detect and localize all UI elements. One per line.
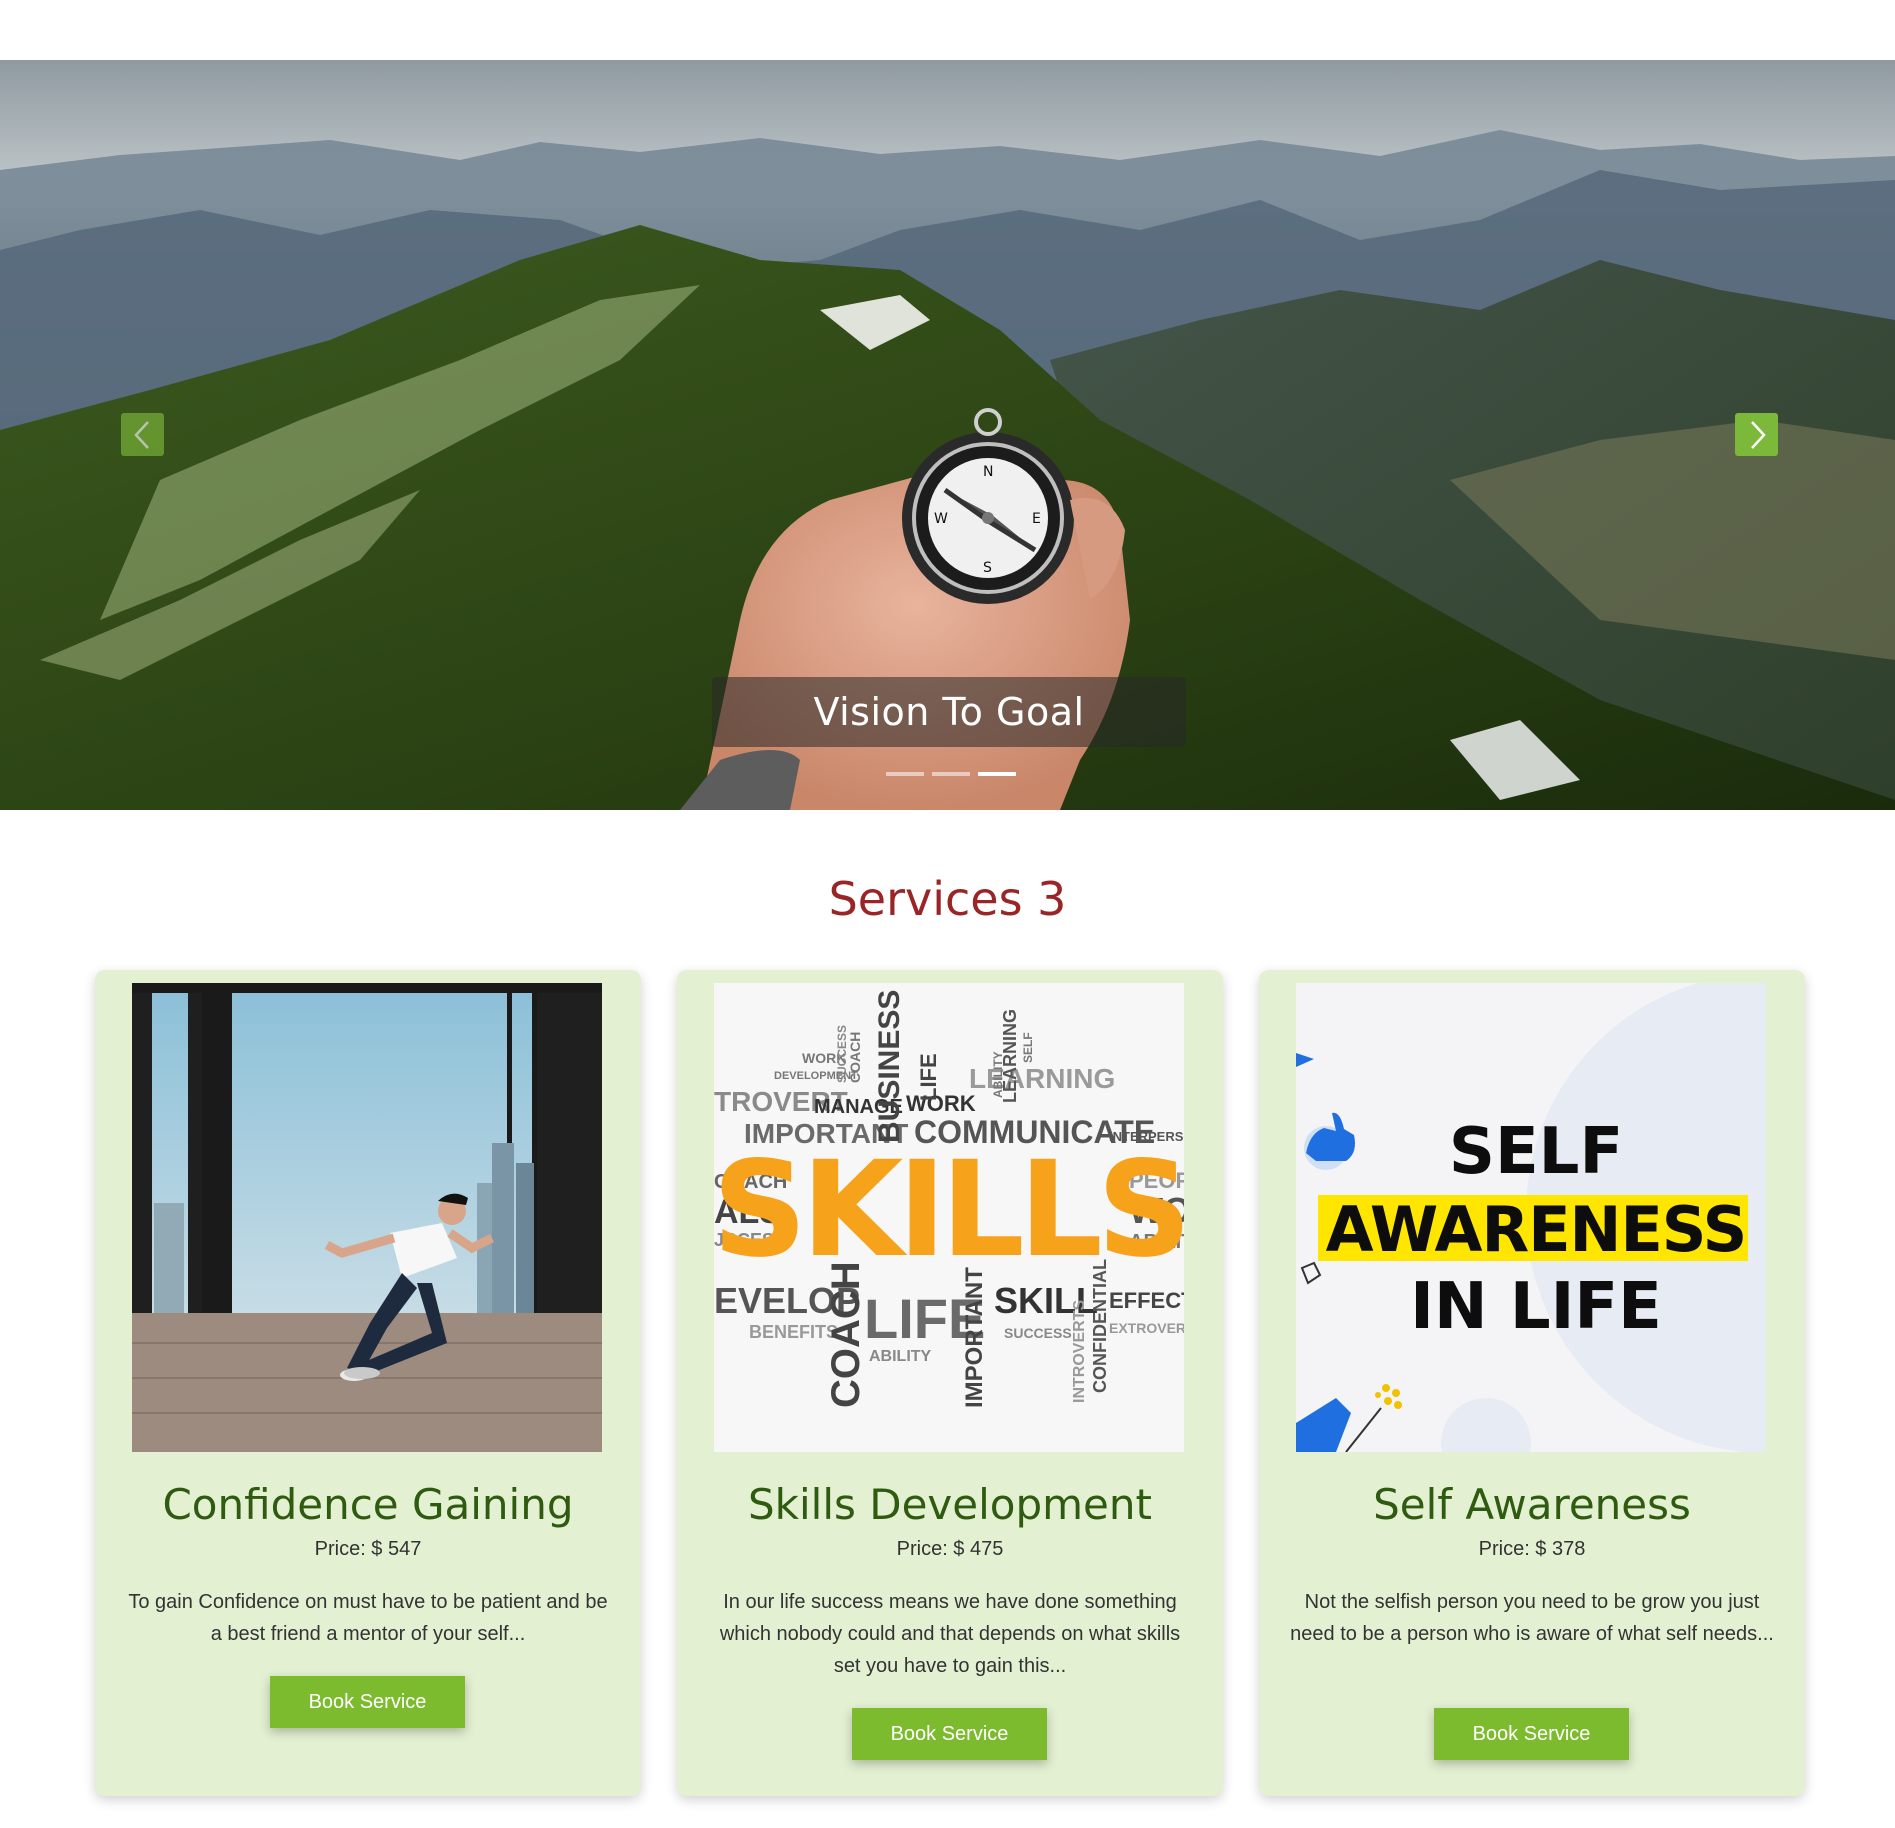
svg-text:SELF: SELF [1021, 1032, 1035, 1063]
svg-text:SUCCESS: SUCCESS [835, 1025, 849, 1083]
service-image-confidence [132, 983, 602, 1452]
svg-text:IMPORTANT: IMPORTANT [961, 1267, 988, 1408]
book-service-button[interactable]: Book Service [1434, 1708, 1629, 1760]
carousel-next-button[interactable] [1735, 413, 1778, 456]
svg-text:SELF: SELF [1449, 1115, 1623, 1189]
service-price: Price: $ 547 [314, 1538, 422, 1560]
carousel-indicators [886, 772, 1016, 776]
service-image-self-awareness: SELF AWARENESS IN LIFE [1296, 983, 1766, 1452]
service-description: To gain Confidence on must have to be pa… [128, 1591, 608, 1645]
services-section-title: Services 3 [828, 872, 1067, 926]
book-service-button[interactable]: Book Service [852, 1708, 1047, 1760]
service-title: Skills Development [748, 1480, 1152, 1529]
service-description: Not the selfish person you need to be gr… [1290, 1591, 1774, 1645]
carousel-indicator-2[interactable] [932, 772, 970, 776]
chevron-left-icon [133, 420, 149, 449]
service-card: Confidence Gaining Price: $ 547 To gain … [95, 970, 641, 1796]
service-description: In our life success means we have done s… [719, 1591, 1181, 1677]
svg-text:EFFECTIV: EFFECTIV [1109, 1288, 1184, 1313]
svg-text:ABILITY: ABILITY [869, 1348, 932, 1365]
service-price: Price: $ 378 [1478, 1538, 1586, 1560]
carousel-caption-title: Vision To Goal [813, 690, 1085, 734]
book-service-button[interactable]: Book Service [270, 1676, 465, 1728]
svg-text:EXTROVERT: EXTROVERT [1109, 1320, 1184, 1336]
service-title: Confidence Gaining [162, 1480, 574, 1529]
service-card: SELF AWARENESS IN LIFE Self Awareness Pr… [1259, 970, 1805, 1796]
service-card: WORK DEVELOPMENT LEARNING TROVERT MANAGE… [677, 970, 1223, 1796]
carousel-indicator-1[interactable] [886, 772, 924, 776]
svg-text:S: S [983, 560, 992, 576]
svg-text:BUSINESS: BUSINESS [873, 990, 906, 1143]
svg-text:LIFE: LIFE [916, 1053, 941, 1101]
hero-carousel: N E S W Vision To Goal [0, 60, 1895, 810]
chevron-right-icon [1750, 420, 1766, 449]
svg-text:SKILLS: SKILLS [714, 1133, 1184, 1287]
carousel-indicator-3[interactable] [978, 772, 1016, 776]
svg-text:INTROVERTS: INTROVERTS [1071, 1300, 1088, 1403]
svg-text:IN LIFE: IN LIFE [1410, 1270, 1662, 1344]
svg-text:ABILITY: ABILITY [991, 1051, 1005, 1098]
service-image-skills: WORK DEVELOPMENT LEARNING TROVERT MANAGE… [714, 983, 1184, 1452]
carousel-caption: Vision To Goal [712, 677, 1186, 747]
service-price: Price: $ 475 [896, 1538, 1004, 1560]
svg-text:COACH: COACH [847, 1032, 863, 1083]
svg-text:AWARENESS: AWARENESS [1326, 1193, 1747, 1266]
carousel-prev-button[interactable] [121, 413, 164, 456]
svg-text:N: N [983, 464, 993, 480]
svg-text:W: W [934, 511, 948, 527]
service-title: Self Awareness [1373, 1480, 1691, 1529]
svg-text:E: E [1032, 511, 1041, 527]
svg-text:SUCCESS: SUCCESS [1004, 1325, 1072, 1341]
